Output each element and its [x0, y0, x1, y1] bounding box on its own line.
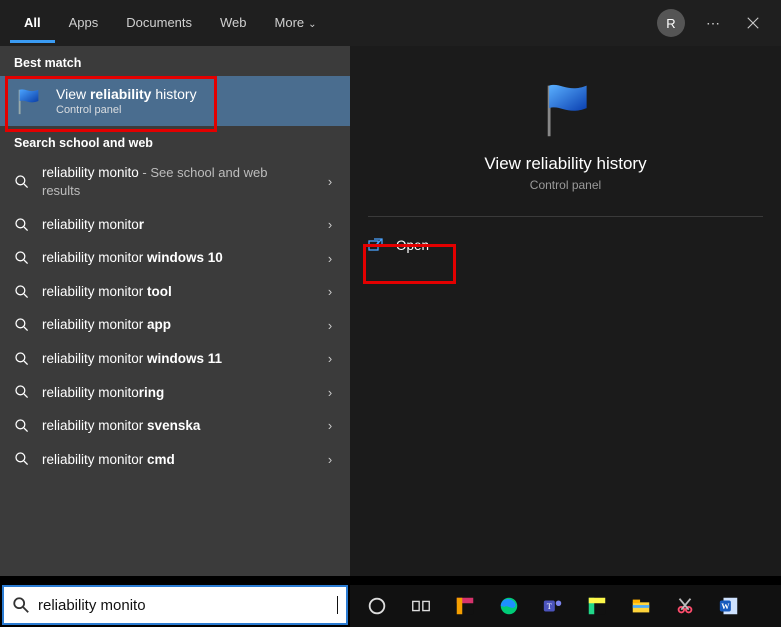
result-row[interactable]: reliability monitor windows 11 ›	[0, 342, 350, 376]
bm-suffix: history	[151, 86, 196, 102]
taskbar-app-pycharm[interactable]	[578, 587, 616, 625]
taskbar-app-intellij[interactable]	[446, 587, 484, 625]
chevron-right-icon[interactable]: ›	[320, 318, 340, 333]
result-row[interactable]: reliability monitor tool ›	[0, 275, 350, 309]
text-cursor	[337, 596, 338, 614]
best-match-text: View reliability history Control panel	[56, 86, 197, 116]
section-web: Search school and web	[0, 126, 350, 156]
bm-prefix: View	[56, 86, 90, 102]
tab-web[interactable]: Web	[206, 3, 261, 43]
svg-text:W: W	[721, 602, 730, 611]
search-icon	[14, 351, 30, 367]
chevron-right-icon[interactable]: ›	[320, 217, 340, 232]
taskbar-app-explorer[interactable]	[622, 587, 660, 625]
search-icon	[14, 284, 30, 300]
close-icon	[746, 16, 760, 30]
close-button[interactable]	[733, 3, 773, 43]
bm-bold: reliability	[90, 86, 151, 102]
search-input[interactable]	[38, 597, 337, 614]
open-action[interactable]: Open	[350, 227, 781, 263]
search-icon	[12, 596, 30, 614]
result-row[interactable]: reliability monitor ›	[0, 208, 350, 242]
search-icon	[14, 174, 30, 190]
ellipsis-icon: ⋯	[706, 15, 720, 32]
search-icon	[14, 451, 30, 467]
options-button[interactable]: ⋯	[693, 3, 733, 43]
taskbar: T W	[350, 585, 781, 627]
detail-title: View reliability history	[484, 154, 646, 174]
user-avatar[interactable]: R	[657, 9, 685, 37]
chevron-right-icon[interactable]: ›	[320, 418, 340, 433]
bm-subtitle: Control panel	[56, 104, 197, 116]
taskbar-app-word[interactable]: W	[710, 587, 748, 625]
chevron-right-icon[interactable]: ›	[320, 174, 340, 189]
result-label: reliability monitor app	[42, 316, 308, 334]
result-label: reliability monitor windows 10	[42, 249, 308, 267]
flag-icon	[14, 86, 44, 116]
tab-apps[interactable]: Apps	[55, 3, 113, 43]
chevron-right-icon[interactable]: ›	[320, 452, 340, 467]
result-row[interactable]: reliability monito - See school and web …	[0, 156, 350, 208]
result-label: reliability monitor	[42, 216, 308, 234]
search-icon	[14, 384, 30, 400]
chevron-right-icon[interactable]: ›	[320, 351, 340, 366]
taskbar-app-teams[interactable]: T	[534, 587, 572, 625]
open-icon	[368, 237, 384, 253]
chevron-right-icon[interactable]: ›	[320, 284, 340, 299]
taskbar-cortana[interactable]	[358, 587, 396, 625]
taskbar-app-edge[interactable]	[490, 587, 528, 625]
result-label: reliability monito - See school and web …	[42, 164, 308, 200]
search-icon	[14, 317, 30, 333]
svg-text:T: T	[547, 602, 552, 611]
section-best-match: Best match	[0, 46, 350, 76]
result-label: reliability monitor windows 11	[42, 350, 308, 368]
result-row[interactable]: reliability monitor windows 10 ›	[0, 241, 350, 275]
open-label: Open	[396, 238, 429, 253]
taskbar-taskview[interactable]	[402, 587, 440, 625]
search-icon	[14, 418, 30, 434]
best-match-result[interactable]: View reliability history Control panel	[0, 76, 350, 126]
tab-all[interactable]: All	[10, 3, 55, 43]
search-panel: All Apps Documents Web More⌄ R ⋯ Best ma…	[0, 0, 781, 576]
result-row[interactable]: reliability monitor app ›	[0, 308, 350, 342]
result-label: reliability monitor tool	[42, 283, 308, 301]
detail-subtitle: Control panel	[530, 178, 601, 192]
result-row[interactable]: reliability monitor svenska ›	[0, 409, 350, 443]
panel-body: Best match View reliability history Cont…	[0, 46, 781, 576]
search-box[interactable]	[2, 585, 348, 625]
search-icon	[14, 217, 30, 233]
result-row[interactable]: reliability monitoring ›	[0, 376, 350, 410]
chevron-right-icon[interactable]: ›	[320, 251, 340, 266]
result-label: reliability monitor cmd	[42, 451, 308, 469]
search-icon	[14, 250, 30, 266]
result-label: reliability monitor svenska	[42, 417, 308, 435]
chevron-down-icon: ⌄	[308, 19, 316, 30]
divider	[368, 216, 763, 217]
results-column: Best match View reliability history Cont…	[0, 46, 350, 576]
result-row[interactable]: reliability monitor cmd ›	[0, 443, 350, 477]
results-list: reliability monito - See school and web …	[0, 156, 350, 476]
tab-more[interactable]: More⌄	[261, 3, 331, 43]
filter-tabs: All Apps Documents Web More⌄ R ⋯	[0, 0, 781, 46]
taskbar-app-snip[interactable]	[666, 587, 704, 625]
detail-flag-icon	[536, 80, 596, 140]
detail-column: View reliability history Control panel O…	[350, 46, 781, 576]
tab-more-label: More	[275, 15, 305, 30]
tab-documents[interactable]: Documents	[112, 3, 206, 43]
chevron-right-icon[interactable]: ›	[320, 385, 340, 400]
result-label: reliability monitoring	[42, 384, 308, 402]
